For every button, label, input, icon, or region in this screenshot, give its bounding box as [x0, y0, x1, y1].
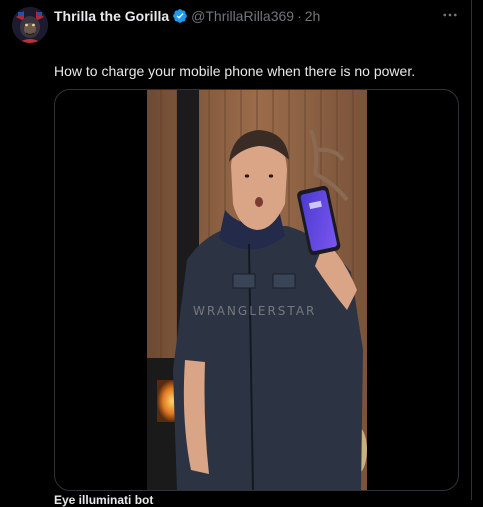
video-frame[interactable]: WRANGLERSTAR: [147, 90, 367, 490]
video-watermark: WRANGLERSTAR: [193, 304, 317, 318]
more-options-button[interactable]: [439, 6, 461, 24]
video-frame-image: [147, 90, 367, 490]
timeline-right-border: [471, 0, 472, 500]
more-horizontal-icon: [443, 13, 457, 17]
separator-dot: ·: [297, 8, 302, 24]
author-handle[interactable]: @ThrillaRilla369: [191, 7, 294, 25]
author-display-name[interactable]: Thrilla the Gorilla: [54, 7, 169, 25]
avatar[interactable]: [12, 7, 48, 43]
tweet-text: How to charge your mobile phone when the…: [54, 63, 416, 79]
verified-badge-icon: [173, 9, 187, 23]
tweet-timestamp[interactable]: 2h: [305, 7, 321, 25]
next-tweet-author[interactable]: Eye illuminati bot: [54, 493, 153, 507]
tweet-media-video[interactable]: WRANGLERSTAR: [54, 89, 459, 491]
gorilla-avatar-image: [12, 7, 48, 43]
tweet-header: Thrilla the Gorilla @ThrillaRilla369 · 2…: [54, 7, 320, 25]
